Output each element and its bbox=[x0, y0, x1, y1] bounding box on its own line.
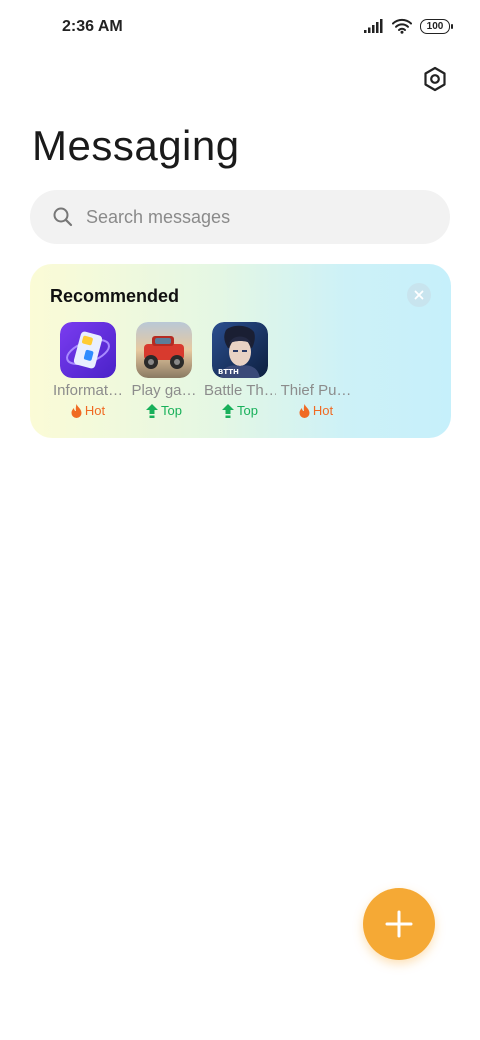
recommended-apps: Informat… Hot Play ga… Top BTTH Battle T… bbox=[50, 322, 354, 418]
battery-indicator: 100 bbox=[420, 18, 453, 34]
badge-label: Top bbox=[161, 403, 182, 418]
close-recommended-button[interactable] bbox=[407, 283, 431, 307]
arrow-up-icon bbox=[222, 403, 235, 418]
settings-hexagon-icon bbox=[422, 66, 448, 92]
status-icons: 100 bbox=[364, 18, 453, 34]
search-icon bbox=[52, 206, 74, 228]
settings-button[interactable] bbox=[420, 64, 450, 94]
recommended-app[interactable]: Informat… Hot bbox=[50, 322, 126, 418]
app-name: Informat… bbox=[52, 382, 124, 399]
arrow-up-icon bbox=[146, 403, 159, 418]
close-icon bbox=[414, 290, 424, 300]
battle-game-icon: BTTH bbox=[212, 322, 268, 378]
plus-icon bbox=[385, 910, 413, 938]
hot-badge: Hot bbox=[299, 403, 333, 418]
search-placeholder: Search messages bbox=[86, 206, 231, 227]
app-name: Thief Pu… bbox=[280, 382, 352, 399]
badge-label: Hot bbox=[312, 403, 334, 418]
status-bar: 2:36 AM 100 bbox=[0, 0, 480, 56]
hot-badge: Hot bbox=[71, 403, 105, 418]
recommended-card: Recommended Informat… Hot Play ga… Top B… bbox=[30, 264, 451, 438]
page-title: Messaging bbox=[32, 122, 240, 169]
fire-icon bbox=[299, 403, 310, 418]
app-name: Play ga… bbox=[131, 382, 197, 399]
wifi-icon bbox=[392, 18, 412, 34]
thief-puzzle-icon bbox=[288, 322, 344, 378]
svg-text:BTTH: BTTH bbox=[218, 368, 239, 376]
recommended-title: Recommended bbox=[50, 286, 180, 306]
messaging-screen: 2:36 AM 100 Messaging Search messages Re… bbox=[0, 0, 480, 1040]
status-time: 2:36 AM bbox=[62, 18, 123, 35]
new-message-button[interactable] bbox=[363, 888, 435, 960]
top-badge: Top bbox=[222, 403, 258, 418]
recommended-app[interactable]: Play ga… Top bbox=[126, 322, 202, 418]
info-app-icon bbox=[60, 322, 116, 378]
search-input[interactable]: Search messages bbox=[30, 190, 450, 244]
badge-label: Hot bbox=[84, 403, 106, 418]
racing-game-icon bbox=[136, 322, 192, 378]
signal-icon bbox=[364, 19, 384, 33]
top-badge: Top bbox=[146, 403, 182, 418]
app-name: Battle Th… bbox=[204, 382, 276, 399]
fire-icon bbox=[71, 403, 82, 418]
recommended-app[interactable]: BTTH Battle Th… Top bbox=[202, 322, 278, 418]
badge-label: Top bbox=[237, 403, 258, 418]
recommended-app[interactable]: Thief Pu… Hot bbox=[278, 322, 354, 418]
